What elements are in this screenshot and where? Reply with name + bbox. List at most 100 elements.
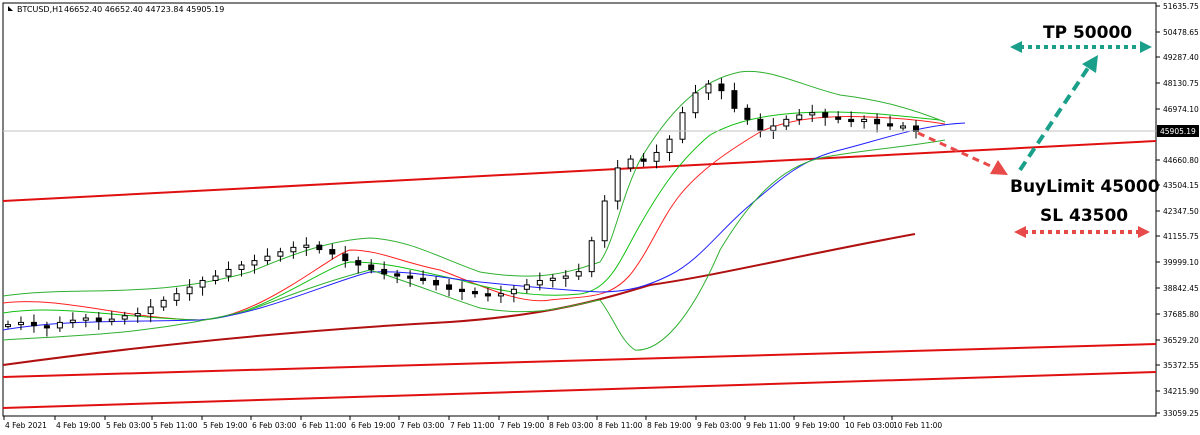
lower-channel-trendline[interactable] [2,343,1157,378]
bull-candle-body [56,321,63,329]
tp-left-arrowhead-icon [1010,41,1022,53]
sl-right-arrowhead-icon [1138,226,1150,238]
candle[interactable] [303,237,310,256]
time-axis-label: 9 Feb 03:00 [697,421,742,430]
candle[interactable] [264,248,271,265]
candle[interactable] [471,287,478,298]
candle[interactable] [510,285,517,303]
candle[interactable] [679,106,686,144]
buy-limit-label[interactable]: BuyLimit 45000 [1010,177,1160,197]
candle[interactable] [56,316,63,332]
time-axis-label: 10 Feb 03:00 [845,421,894,430]
time-axis-label: 6 Feb 11:00 [302,421,347,430]
bear-candle-body [420,277,427,281]
bear-candle-body [757,118,764,131]
candle[interactable] [549,274,556,288]
buy-limit-arrowhead-icon [990,160,1008,175]
candle[interactable] [666,135,673,162]
candle[interactable] [225,261,232,282]
candle[interactable] [848,111,855,128]
candle[interactable] [147,299,154,323]
candle[interactable] [433,276,440,291]
candle[interactable] [173,287,180,306]
candle[interactable] [588,236,595,278]
time-axis[interactable]: 4 Feb 2021 4 Feb 19:00 5 Feb 03:00 5 Feb 11… [3,416,942,430]
ohlc-values: 46652.40 46652.40 44723.84 45905.19 [64,5,224,14]
upper-channel-trendline[interactable] [2,140,1157,202]
candle[interactable] [718,78,725,100]
candle[interactable] [316,241,323,254]
bear-candle-body [355,260,362,266]
candle[interactable] [446,278,453,297]
candle[interactable] [744,104,751,125]
candle[interactable] [692,84,699,119]
candlestick-series[interactable] [5,78,919,337]
candle[interactable] [82,314,89,328]
price-axis-label: 35372.55 [1163,361,1199,370]
time-axis-label: 5 Feb 11:00 [153,421,198,430]
bull-candle-body [601,200,608,242]
candle[interactable] [614,159,621,210]
candle[interactable] [199,276,206,296]
candle[interactable] [835,111,842,124]
tp-label[interactable]: TP 50000 [1043,23,1132,43]
time-axis-label: 6 Feb 03:00 [252,421,297,430]
candle[interactable] [796,108,803,125]
price-axis-label: 50478.65 [1163,28,1199,37]
candle[interactable] [212,270,219,285]
bear-candle-body [731,90,738,109]
candle[interactable] [770,118,777,139]
candle[interactable] [809,104,816,122]
bear-candle-body [718,83,725,92]
bear-candle-body [368,264,375,270]
candle[interactable] [134,307,141,323]
candle[interactable] [5,320,11,329]
candle[interactable] [121,311,128,325]
bull-candle-body [809,112,816,116]
bottom-channel-trendline[interactable] [2,371,1157,409]
candle[interactable] [484,287,491,302]
candle[interactable] [95,312,102,330]
bull-candle-body [290,246,297,253]
price-axis[interactable]: 51635.75 50478.65 49287.40 48130.75 46974.10… [1156,2,1199,418]
candle[interactable] [497,285,504,303]
chart-plot[interactable]: BTCUSD,H1 46652.40 46652.40 44723.84 459… [0,0,1200,435]
candle[interactable] [874,113,881,133]
candle[interactable] [329,243,336,260]
sl-label[interactable]: SL 43500 [1040,206,1128,226]
candle[interactable] [640,153,647,167]
candle[interactable] [900,121,907,132]
candle[interactable] [575,263,582,281]
candle[interactable] [601,195,608,248]
candle[interactable] [653,144,660,169]
time-axis-label: 5 Feb 19:00 [203,421,248,430]
candle[interactable] [861,115,868,129]
candle[interactable] [160,296,167,311]
candle[interactable] [17,316,24,331]
bear-candle-body [329,249,336,255]
candle[interactable] [523,278,530,294]
bull-candle-body [588,240,595,273]
candle[interactable] [913,120,919,139]
candle[interactable] [30,314,37,333]
price-axis-label: 33059.25 [1163,409,1199,418]
long-ma-line [2,233,916,366]
bull-candle-body [277,251,284,257]
candle[interactable] [290,241,297,259]
candle[interactable] [783,115,790,130]
candle[interactable] [108,311,115,326]
candle[interactable] [731,82,738,113]
time-axis-label: 6 Feb 19:00 [351,421,396,430]
candle[interactable] [355,256,362,274]
chart-window[interactable]: BTCUSD,H1 46652.40 46652.40 44723.84 459… [0,0,1200,435]
symbol-label: BTCUSD,H1 [17,5,63,14]
candle[interactable] [822,108,829,126]
bear-candle-body [30,321,37,327]
candle[interactable] [277,247,284,262]
bear-candle-body [342,253,349,262]
bull-candle-body [900,125,907,129]
candle[interactable] [459,281,465,301]
candle[interactable] [186,279,193,301]
candle[interactable] [69,312,76,328]
bear-candle-body [407,275,414,279]
